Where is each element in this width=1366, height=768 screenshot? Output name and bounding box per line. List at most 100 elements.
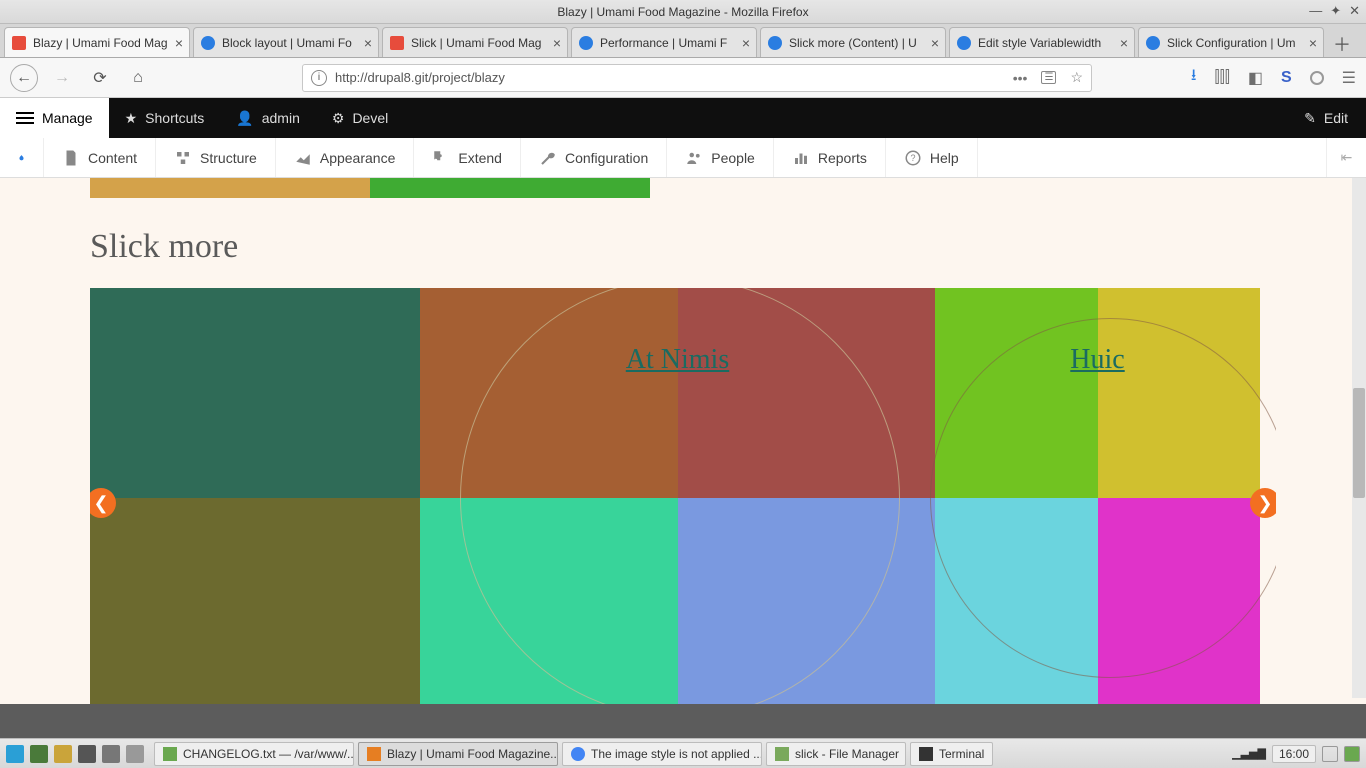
tab-close-icon[interactable]: × [742,35,750,51]
window-maximize-icon[interactable]: ✦ [1330,3,1341,19]
tab-close-icon[interactable]: × [553,35,561,51]
app-icon [163,747,177,761]
tray-icon[interactable] [1344,746,1360,762]
downloads-icon[interactable]: ⭳ [1191,64,1197,91]
carousel-next-button[interactable]: ❯ [1250,488,1276,518]
slide-caption-link[interactable]: Huic [1070,344,1124,376]
taskbar-item[interactable]: Terminal [910,742,993,766]
tab-close-icon[interactable]: × [364,35,372,51]
terminal-icon [919,747,933,761]
back-button[interactable]: ← [10,64,38,92]
tab-close-icon[interactable]: × [931,35,939,51]
slide-caption-link[interactable]: At Nimis [626,344,729,376]
url-input[interactable]: i http://drupal8.git/project/blazy ••• ☰… [302,64,1092,92]
tab-close-icon[interactable]: × [1120,35,1128,51]
star-icon: ★ [125,110,138,127]
toolbar-user[interactable]: 👤 admin [220,98,316,138]
menu-extend[interactable]: Extend [414,138,521,177]
carousel-slide [90,288,420,704]
scrollbar-thumb[interactable] [1353,388,1365,498]
pencil-icon: ✎ [1304,110,1316,127]
home-button[interactable]: ⌂ [124,64,152,92]
launcher-icon[interactable] [102,745,120,763]
wrench-icon [539,149,557,167]
window-titlebar: Blazy | Umami Food Magazine - Mozilla Fi… [0,0,1366,24]
menu-help[interactable]: ? Help [886,138,978,177]
favicon-icon [200,35,216,51]
decorative-strip [90,178,650,198]
drupal-logo-icon[interactable] [0,138,44,177]
favicon-icon [767,35,783,51]
browser-tab-1[interactable]: Block layout | Umami Fo × [193,27,379,57]
toolbar-shortcuts[interactable]: ★ Shortcuts [109,98,221,138]
page-footer-strip [0,704,1366,738]
vertical-scrollbar[interactable] [1352,178,1366,698]
browser-tab-5[interactable]: Edit style Variablewidth × [949,27,1135,57]
menu-appearance[interactable]: Appearance [276,138,415,177]
browser-tab-2[interactable]: Slick | Umami Food Mag × [382,27,568,57]
menu-content[interactable]: Content [44,138,156,177]
browser-tab-3[interactable]: Performance | Umami F × [571,27,757,57]
reader-mode-icon[interactable]: ☰ [1041,71,1056,84]
taskbar-item[interactable]: slick - File Manager [766,742,906,766]
clock[interactable]: 16:00 [1272,745,1316,763]
tab-close-icon[interactable]: × [175,35,183,51]
hamburger-icon [16,112,34,124]
launcher-icon[interactable] [54,745,72,763]
window-minimize-icon[interactable]: — [1309,3,1322,19]
favicon-icon [956,35,972,51]
extension-circle-icon[interactable] [1310,71,1324,85]
library-icon[interactable]: ⫿⫿⫿ [1214,69,1229,87]
favicon-icon [11,35,27,51]
page-content: Slick more At Nimis Huic ❮ ❯ [0,178,1366,704]
toolbar-manage[interactable]: Manage [0,98,109,138]
people-icon [685,149,703,167]
window-close-icon[interactable]: ✕ [1349,3,1360,19]
window-title: Blazy | Umami Food Magazine - Mozilla Fi… [557,5,808,19]
favicon-icon [578,35,594,51]
help-icon: ? [904,149,922,167]
section-heading: Slick more [90,228,1276,266]
menu-configuration[interactable]: Configuration [521,138,667,177]
menu-people[interactable]: People [667,138,774,177]
carousel-slide: Huic [935,288,1260,704]
toolbar-devel[interactable]: ⚙ Devel [316,98,404,138]
slick-carousel: At Nimis Huic ❮ ❯ [90,288,1276,704]
firefox-icon [367,747,381,761]
launcher-icon[interactable] [78,745,96,763]
menu-structure[interactable]: Structure [156,138,276,177]
url-text: http://drupal8.git/project/blazy [335,70,505,85]
taskbar-item[interactable]: The image style is not applied ... [562,742,762,766]
os-taskbar: CHANGELOG.txt — /var/www/... Blazy | Uma… [0,738,1366,768]
puzzle-icon [432,149,450,167]
menu-reports[interactable]: Reports [774,138,886,177]
taskbar-item[interactable]: Blazy | Umami Food Magazine... [358,742,558,766]
menu-collapse-icon[interactable]: ⇤ [1326,138,1366,177]
browser-tab-6[interactable]: Slick Configuration | Um × [1138,27,1324,57]
file-manager-icon [775,747,789,761]
new-tab-button[interactable]: ＋ [1327,31,1357,57]
chrome-icon [571,747,585,761]
favicon-icon [389,35,405,51]
launcher-icon[interactable] [30,745,48,763]
taskbar-item[interactable]: CHANGELOG.txt — /var/www/... [154,742,354,766]
browser-tab-4[interactable]: Slick more (Content) | U × [760,27,946,57]
browser-tab-0[interactable]: Blazy | Umami Food Mag × [4,27,190,57]
tray-icon[interactable] [1322,746,1338,762]
network-icon[interactable]: ▁▃▅▇ [1232,747,1266,760]
menu-icon[interactable]: ☰ [1342,68,1356,88]
tab-close-icon[interactable]: × [1309,35,1317,51]
toolbar-edit[interactable]: ✎ Edit [1286,110,1366,127]
sidebar-icon[interactable]: ◧ [1248,68,1263,88]
launcher-icon[interactable] [126,745,144,763]
page-actions-icon[interactable]: ••• [1013,70,1028,86]
reload-button[interactable]: ⟳ [86,64,114,92]
start-menu-icon[interactable] [6,745,24,763]
extension-icon[interactable]: S [1281,69,1292,87]
site-info-icon[interactable]: i [311,70,327,86]
bookmark-star-icon[interactable]: ☆ [1070,69,1083,86]
bar-chart-icon [792,149,810,167]
forward-button[interactable]: → [48,64,76,92]
document-icon [62,149,80,167]
favicon-icon [1145,35,1161,51]
